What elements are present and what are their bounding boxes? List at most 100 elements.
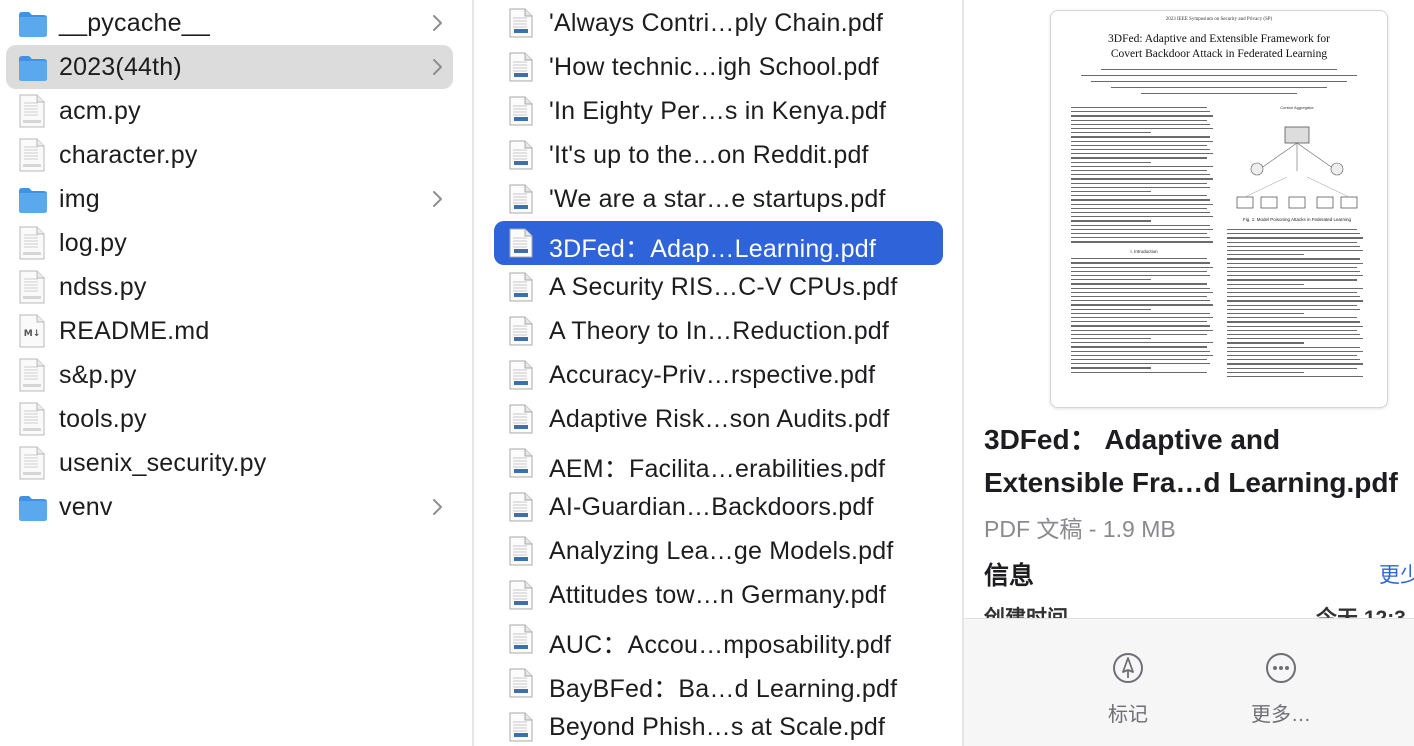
thumb-text-line — [1071, 170, 1207, 172]
thumb-text-line — [1071, 203, 1213, 205]
thumb-text-line — [1071, 371, 1207, 373]
thumb-text-line — [1227, 241, 1358, 243]
thumb-text-line — [1071, 237, 1210, 239]
thumb-text-line — [1071, 128, 1213, 130]
thumb-title-line-1: 3DFed: Adaptive and Extensible Framework… — [1108, 33, 1330, 45]
thumb-text-line — [1227, 258, 1360, 260]
expand-chevron[interactable] — [431, 186, 445, 217]
folder-row[interactable]: 2023(44th) — [6, 45, 453, 89]
thumb-text-line — [1071, 241, 1213, 243]
pdf-file-row[interactable]: Analyzing Lea…ge Models.pdf — [494, 529, 943, 573]
file-name: 'In Eighty Per…s in Kenya.pdf — [549, 97, 887, 125]
thumb-text-line — [1227, 346, 1360, 348]
thumb-text-line — [1227, 317, 1358, 319]
pdf-file-row[interactable]: Accuracy-Priv…rspective.pdf — [494, 353, 943, 397]
more-ellipsis-icon — [1266, 653, 1296, 683]
folder-column: __pycache__ 2023(44th) acm.py character.py i… — [0, 0, 472, 746]
thumb-text-line — [1071, 346, 1207, 348]
pdf-file-row[interactable]: 'It's up to the…on Reddit.pdf — [494, 133, 943, 177]
file-row[interactable]: log.py — [6, 221, 453, 265]
pdf-file-icon — [509, 52, 533, 82]
row-icon — [18, 446, 46, 485]
pdf-file-icon — [509, 624, 533, 654]
pdf-file-row[interactable]: 'We are a star…e startups.pdf — [494, 177, 943, 221]
item-name: tools.py — [59, 405, 147, 433]
expand-chevron[interactable] — [431, 494, 445, 525]
pdf-file-row[interactable]: 'Always Contri…ply Chain.pdf — [494, 1, 943, 45]
thumb-text-line — [1071, 182, 1207, 184]
pdf-file-row[interactable]: AEM：Facilita…erabilities.pdf — [494, 441, 943, 485]
pdf-file-row[interactable]: AUC：Accou…mposability.pdf — [494, 617, 943, 661]
row-icon — [18, 182, 48, 221]
folder-row[interactable]: __pycache__ — [6, 1, 453, 45]
thumb-text-line — [1227, 321, 1360, 323]
pdf-file-row[interactable]: 3DFed：Adap…Learning.pdf — [494, 221, 943, 265]
thumb-text-line — [1227, 262, 1363, 264]
row-icon: M↓ — [18, 314, 46, 353]
pdf-file-row[interactable]: A Security RIS…C-V CPUs.pdf — [494, 265, 943, 309]
row-icon — [508, 712, 534, 746]
show-less-link[interactable]: 更少 — [1379, 559, 1414, 589]
thumb-header: 2023 IEEE Symposium on Security and Priv… — [1165, 17, 1273, 22]
thumb-fig-caption: Fig. 1: Model Poisoning Attacks in Feder… — [1242, 217, 1352, 222]
pdf-file-icon — [509, 184, 533, 214]
file-row[interactable]: usenix_security.py — [6, 441, 453, 485]
file-name: 'It's up to the…on Reddit.pdf — [549, 141, 869, 169]
thumb-title-line-2: Covert Backdoor Attack in Federated Lear… — [1110, 48, 1328, 60]
row-icon — [508, 360, 534, 395]
thumb-text-line — [1071, 354, 1213, 356]
pdf-file-icon — [509, 140, 533, 170]
pdf-file-row[interactable]: Adaptive Risk…son Audits.pdf — [494, 397, 943, 441]
thumb-text-line — [1071, 140, 1213, 142]
more-actions-button[interactable]: 更多… — [1236, 651, 1326, 727]
file-row[interactable]: ndss.py — [6, 265, 453, 309]
row-icon — [18, 490, 48, 529]
file-row[interactable]: s&p.py — [6, 353, 453, 397]
row-icon — [18, 6, 48, 45]
file-row[interactable]: M↓ README.md — [6, 309, 453, 353]
chevron-right-icon[interactable] — [431, 10, 445, 36]
pdf-thumbnail[interactable]: 2023 IEEE Symposium on Security and Priv… — [1050, 10, 1388, 408]
row-icon — [508, 140, 534, 175]
file-row[interactable]: character.py — [6, 133, 453, 177]
file-name: AUC：Accou…mposability.pdf — [549, 631, 892, 659]
thumb-text-line — [1071, 266, 1213, 268]
row-icon — [508, 624, 534, 659]
row-icon — [18, 50, 48, 89]
row-icon — [18, 270, 46, 309]
thumb-text-line — [1071, 296, 1207, 298]
chevron-right-icon[interactable] — [431, 54, 445, 80]
pdf-file-row[interactable]: 'In Eighty Per…s in Kenya.pdf — [494, 89, 943, 133]
folder-row[interactable]: venv — [6, 485, 453, 529]
row-icon — [508, 316, 534, 351]
pdf-file-row[interactable]: A Theory to In…Reduction.pdf — [494, 309, 943, 353]
row-icon — [18, 402, 46, 441]
pdf-file-row[interactable]: AI-Guardian…Backdoors.pdf — [494, 485, 943, 529]
thumb-text-line — [1227, 283, 1304, 285]
markup-button[interactable]: 标记 — [1083, 651, 1173, 727]
thumb-text-line — [1227, 342, 1304, 344]
thumb-text-line — [1071, 186, 1210, 188]
thumb-text-line — [1227, 350, 1363, 352]
item-name: usenix_security.py — [59, 449, 267, 477]
folder-row[interactable]: img — [6, 177, 453, 221]
pdf-file-row[interactable]: BayBFed：Ba…d Learning.pdf — [494, 661, 943, 705]
thumb-text-line — [1071, 308, 1152, 310]
thumb-text-line — [1227, 371, 1304, 373]
thumb-text-line — [1071, 107, 1207, 109]
file-row[interactable]: tools.py — [6, 397, 453, 441]
pdf-file-row[interactable]: Beyond Phish…s at Scale.pdf — [494, 705, 943, 746]
chevron-right-icon[interactable] — [431, 186, 445, 212]
pdf-file-row[interactable]: 'How technic…igh School.pdf — [494, 45, 943, 89]
python-file-icon — [19, 270, 45, 304]
thumb-text-line — [1227, 300, 1363, 302]
expand-chevron[interactable] — [431, 54, 445, 85]
row-icon — [18, 138, 46, 177]
file-row[interactable]: acm.py — [6, 89, 453, 133]
chevron-right-icon[interactable] — [431, 494, 445, 520]
pdf-file-icon — [509, 404, 533, 434]
row-icon — [508, 448, 534, 483]
expand-chevron[interactable] — [431, 10, 445, 41]
pdf-file-row[interactable]: Attitudes tow…n Germany.pdf — [494, 573, 943, 617]
file-name: Analyzing Lea…ge Models.pdf — [549, 537, 894, 565]
